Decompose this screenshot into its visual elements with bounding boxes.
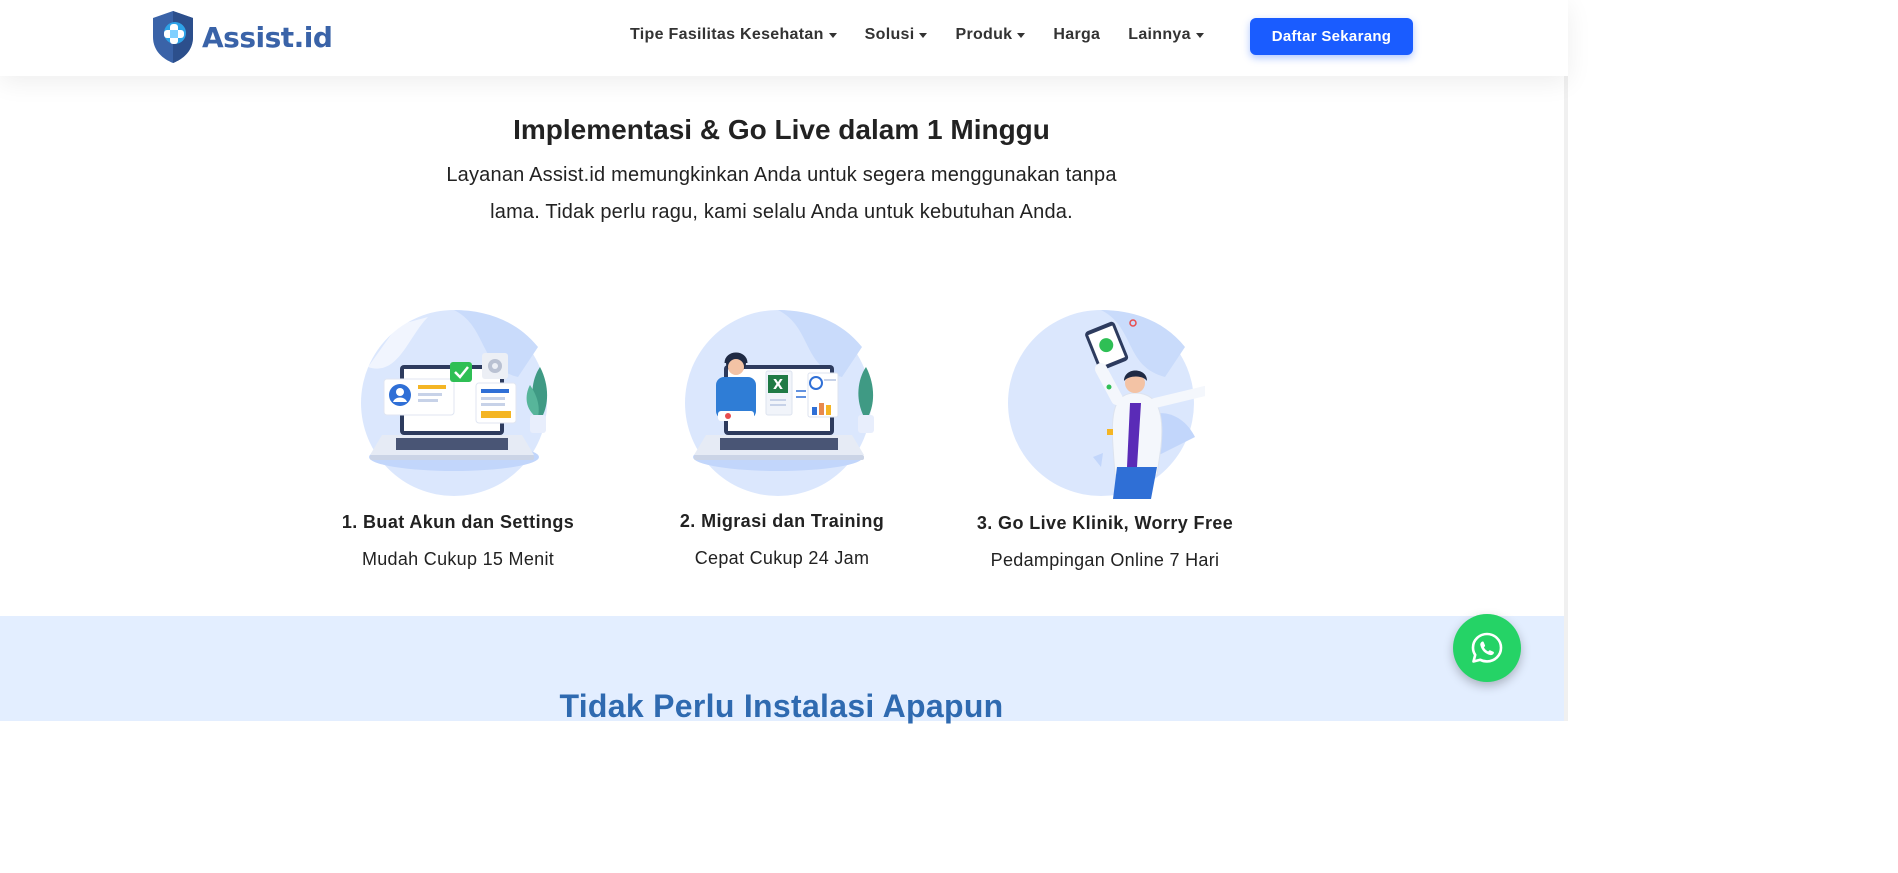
nav-item-produk[interactable]: Produk xyxy=(955,26,1026,44)
page-scrollbar[interactable] xyxy=(1564,0,1568,721)
doctor-celebrate-illustration xyxy=(1008,310,1205,499)
shield-logo-icon xyxy=(153,11,193,63)
description-line: Layanan Assist.id memungkinkan Anda untu… xyxy=(446,164,1117,186)
register-button[interactable]: Daftar Sekarang xyxy=(1250,18,1413,55)
whatsapp-button[interactable] xyxy=(1453,614,1521,682)
nav-label: Solusi xyxy=(864,26,915,43)
step-card-2: X 2. Migrasi dan Training Cepat Cukup 24… xyxy=(622,307,942,569)
nav-item-lainnya[interactable]: Lainnya xyxy=(1128,26,1204,44)
chevron-down-icon xyxy=(828,33,837,38)
section-description: Layanan Assist.id memungkinkan Anda untu… xyxy=(0,157,1563,231)
nav-label: Produk xyxy=(955,26,1013,43)
nav-label: Tipe Fasilitas Kesehatan xyxy=(630,26,824,43)
main-nav: Tipe Fasilitas Kesehatan Solusi Produk H… xyxy=(630,26,1204,44)
laptop-account-illustration xyxy=(361,310,548,496)
whatsapp-icon xyxy=(1471,632,1503,663)
step-subtitle: Pedampingan Online 7 Hari xyxy=(990,550,1220,570)
step-title: 2. Migrasi dan Training xyxy=(679,511,885,531)
step-card-1: 1. Buat Akun dan Settings Mudah Cukup 15… xyxy=(298,307,618,570)
step-title: 1. Buat Akun dan Settings xyxy=(341,512,575,532)
step-subtitle: Mudah Cukup 15 Menit xyxy=(361,549,555,569)
chevron-down-icon xyxy=(1017,33,1026,38)
description-line: lama. Tidak perlu ragu, kami selalu Anda… xyxy=(490,201,1073,223)
section-title-secondary: Tidak Perlu Instalasi Apapun xyxy=(559,688,1004,724)
nav-label: Lainnya xyxy=(1128,26,1191,43)
step-card-3: 3. Go Live Klinik, Worry Free Pedampinga… xyxy=(945,307,1265,571)
svg-text:X: X xyxy=(773,378,783,393)
step-subtitle: Cepat Cukup 24 Jam xyxy=(694,548,870,568)
chevron-down-icon xyxy=(1195,33,1204,38)
nav-item-tipe-fasilitas[interactable]: Tipe Fasilitas Kesehatan xyxy=(630,26,837,44)
nav-item-harga[interactable]: Harga xyxy=(1053,26,1100,44)
navbar: Assist.id Tipe Fasilitas Kesehatan Solus… xyxy=(0,0,1568,76)
chevron-down-icon xyxy=(919,33,928,38)
nav-item-solusi[interactable]: Solusi xyxy=(865,26,928,44)
brand-name: Assist.id xyxy=(202,20,333,54)
nav-label: Harga xyxy=(1053,26,1101,43)
section-title: Implementasi & Go Live dalam 1 Minggu xyxy=(513,114,1050,145)
brand-logo[interactable]: Assist.id xyxy=(150,9,333,65)
laptop-support-illustration: X xyxy=(685,310,874,496)
step-title: 3. Go Live Klinik, Worry Free xyxy=(976,513,1234,533)
